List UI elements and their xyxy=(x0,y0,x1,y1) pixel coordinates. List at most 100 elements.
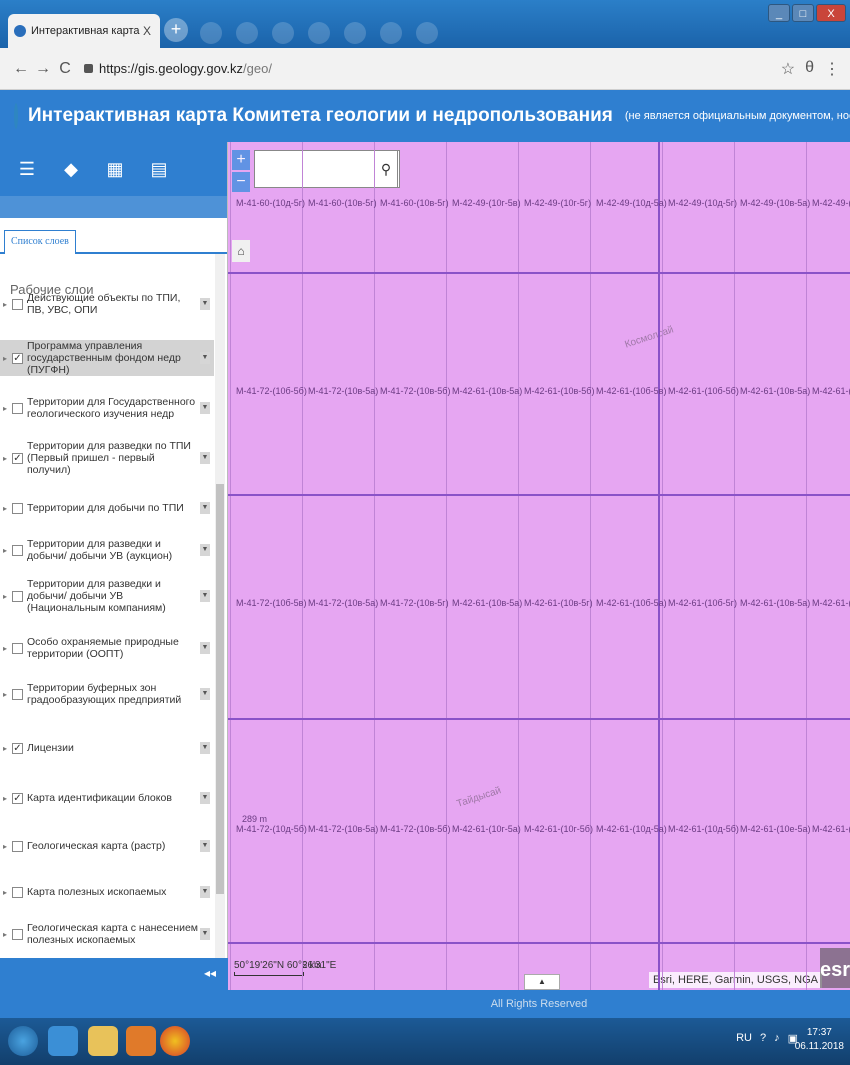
layers-icon[interactable]: ◆ xyxy=(62,160,80,178)
grid-icon[interactable]: ▦ xyxy=(106,160,124,178)
layer-label: Лицензии xyxy=(27,742,74,754)
zoom-out-button[interactable]: − xyxy=(232,172,250,192)
help-icon[interactable]: ? xyxy=(760,1032,766,1045)
map-canvas[interactable]: + − ⌂ ⚲ Космолсай Тайдысай 289 m 50°19'2… xyxy=(228,142,850,990)
zoom-in-button[interactable]: + xyxy=(232,150,250,170)
layer-row[interactable]: ▸ ✓ Программа управления государственным ф… xyxy=(0,340,214,376)
layer-checkbox[interactable] xyxy=(12,544,23,556)
expand-arrow-icon[interactable]: ▸ xyxy=(0,744,10,753)
start-button-icon[interactable] xyxy=(8,1026,38,1056)
layer-options-dropdown[interactable]: ▼ xyxy=(200,544,210,556)
expand-arrow-icon[interactable]: ▸ xyxy=(0,888,10,897)
expand-arrow-icon[interactable]: ▸ xyxy=(0,644,10,653)
layer-row[interactable]: ▸ ✓ Лицензии ▼ xyxy=(0,734,214,762)
layer-checkbox[interactable] xyxy=(12,298,23,310)
new-tab-button[interactable]: + xyxy=(164,18,188,42)
expand-arrow-icon[interactable]: ▸ xyxy=(0,300,10,309)
forward-arrow-icon[interactable]: → xyxy=(32,60,54,78)
layer-options-dropdown[interactable]: ▼ xyxy=(200,742,210,754)
back-arrow-icon[interactable]: ← xyxy=(10,60,32,78)
layer-options-dropdown[interactable]: ▼ xyxy=(200,886,210,898)
menu-dots-icon[interactable]: ⋮ xyxy=(824,59,840,79)
layer-options-dropdown[interactable]: ▼ xyxy=(200,298,210,310)
layer-checkbox[interactable] xyxy=(12,840,23,852)
layer-checkbox[interactable] xyxy=(12,688,23,700)
layer-options-dropdown[interactable]: ▼ xyxy=(200,402,210,414)
layer-checkbox[interactable] xyxy=(12,642,23,654)
tab-layer-list[interactable]: Список слоев xyxy=(4,230,76,254)
scroll-thumb[interactable] xyxy=(216,484,224,894)
layer-checkbox[interactable]: ✓ xyxy=(12,352,23,364)
layer-checkbox[interactable]: ✓ xyxy=(12,792,23,804)
document-icon[interactable]: ▤ xyxy=(150,160,168,178)
volume-icon[interactable]: ♪ xyxy=(774,1032,780,1045)
overview-toggle-button[interactable]: ▲ xyxy=(524,974,560,990)
media-icon[interactable] xyxy=(126,1026,156,1056)
clock[interactable]: 17:37 06.11.2018 xyxy=(795,1026,844,1054)
layer-row[interactable]: ▸ Карта полезных ископаемых ▼ xyxy=(0,878,214,906)
ie-icon[interactable] xyxy=(48,1026,78,1056)
expand-arrow-icon[interactable]: ▸ xyxy=(0,404,10,413)
layer-options-dropdown[interactable]: ▼ xyxy=(200,502,210,514)
layer-row[interactable]: ▸ Действующие объекты по ТПИ, ПВ, УВС, ОП… xyxy=(0,290,214,318)
layer-checkbox[interactable]: ✓ xyxy=(12,742,23,754)
expand-arrow-icon[interactable]: ▸ xyxy=(0,592,10,601)
layer-checkbox[interactable] xyxy=(12,402,23,414)
grid-cell-label: M-42-61-(10г-5б) xyxy=(524,824,593,834)
layer-options-dropdown[interactable]: ▼ xyxy=(200,642,210,654)
chrome-icon[interactable] xyxy=(160,1026,190,1056)
layer-list: Рабочие слои ▸ Действующие объекты по ТПИ… xyxy=(0,254,214,958)
expand-arrow-icon[interactable]: ▸ xyxy=(0,546,10,555)
profile-icon[interactable]: θ xyxy=(805,59,814,79)
layer-row[interactable]: ▸ Территории для Государственного геологи… xyxy=(0,394,214,422)
expand-arrow-icon[interactable]: ▸ xyxy=(0,930,10,939)
tab-close-icon[interactable]: X xyxy=(140,24,154,38)
expand-arrow-icon[interactable]: ▸ xyxy=(0,454,10,463)
home-button[interactable]: ⌂ xyxy=(232,240,250,262)
layer-row[interactable]: ▸ ✓ Карта идентификации блоков ▼ xyxy=(0,784,214,812)
layer-options-dropdown[interactable]: ▼ xyxy=(200,792,210,804)
grid-cell-label: M-42-49-(10д-5г) xyxy=(668,198,738,208)
expand-arrow-icon[interactable]: ▸ xyxy=(0,504,10,513)
grid-cell-label: M-42-61-(10б-5г) xyxy=(668,598,737,608)
layer-row[interactable]: ▸ Геологическая карта с нанесением полезн… xyxy=(0,920,214,948)
layer-row[interactable]: ▸ Территории для разведки и добычи/ добыч… xyxy=(0,578,214,614)
browser-tab[interactable]: Интерактивная карта Комитета X xyxy=(8,14,160,48)
layer-checkbox[interactable] xyxy=(12,928,23,940)
layer-row[interactable]: ▸ Геологическая карта (растр) ▼ xyxy=(0,832,214,860)
expand-arrow-icon[interactable]: ▸ xyxy=(0,842,10,851)
layer-checkbox[interactable] xyxy=(12,502,23,514)
footer-left xyxy=(0,990,228,1018)
close-window-button[interactable]: X xyxy=(816,4,846,22)
layer-options-dropdown[interactable]: ▼ xyxy=(200,352,210,364)
grid-cell-label: M-42-61-(10б-5б) xyxy=(668,386,739,396)
layer-checkbox[interactable]: ✓ xyxy=(12,452,23,464)
layer-row[interactable]: ▸ Территории буферных зон градообразующих… xyxy=(0,680,214,708)
minimize-button[interactable]: _ xyxy=(768,4,790,22)
url-field[interactable]: https://gis.geology.gov.kz /geo/ xyxy=(84,61,272,76)
layer-options-dropdown[interactable]: ▼ xyxy=(200,928,210,940)
layer-checkbox[interactable] xyxy=(12,886,23,898)
layer-row[interactable]: ▸ Особо охраняемые природные территории (… xyxy=(0,634,214,662)
expand-arrow-icon[interactable]: ▸ xyxy=(0,794,10,803)
layer-checkbox[interactable] xyxy=(12,590,23,602)
layer-options-dropdown[interactable]: ▼ xyxy=(200,590,210,602)
reload-icon[interactable]: C xyxy=(54,60,76,78)
layer-list-scrollbar[interactable] xyxy=(215,254,225,958)
maximize-button[interactable]: □ xyxy=(792,4,814,22)
layer-row[interactable]: ▸ Территории для разведки и добычи/ добыч… xyxy=(0,536,214,564)
collapse-sidebar-icon[interactable]: ◂◂ xyxy=(204,966,216,980)
expand-arrow-icon[interactable]: ▸ xyxy=(0,354,10,363)
bookmark-star-icon[interactable]: ☆ xyxy=(781,59,795,79)
search-icon[interactable]: ⚲ xyxy=(374,150,398,188)
layer-options-dropdown[interactable]: ▼ xyxy=(200,452,210,464)
layer-row[interactable]: ▸ Территории для добычи по ТПИ ▼ xyxy=(0,494,214,522)
layer-options-dropdown[interactable]: ▼ xyxy=(200,840,210,852)
language-indicator[interactable]: RU xyxy=(736,1032,752,1045)
list-icon[interactable]: ☰ xyxy=(18,160,36,178)
expand-arrow-icon[interactable]: ▸ xyxy=(0,690,10,699)
folder-icon[interactable] xyxy=(88,1026,118,1056)
layer-label: Территории для разведки и добычи/ добычи… xyxy=(27,578,166,614)
layer-options-dropdown[interactable]: ▼ xyxy=(200,688,210,700)
layer-row[interactable]: ▸ ✓ Территории для разведки по ТПИ (Первый… xyxy=(0,440,214,476)
